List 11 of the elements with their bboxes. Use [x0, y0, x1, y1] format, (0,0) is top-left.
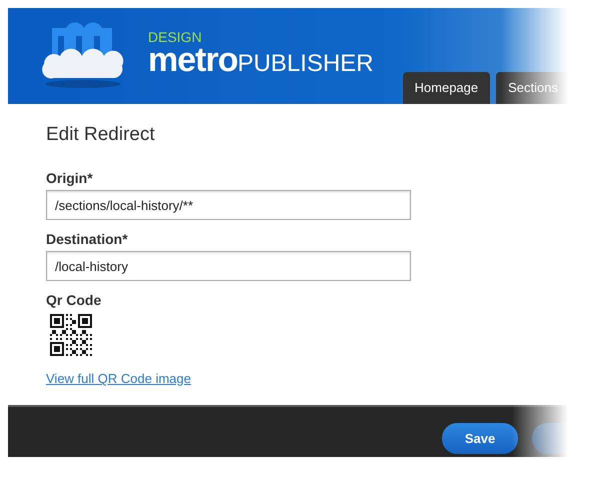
- page-title: Edit Redirect: [46, 124, 156, 146]
- field-label: Origin*: [46, 170, 94, 186]
- field-label: Qr Code: [46, 292, 102, 308]
- text-field[interactable]: /local-history: [46, 251, 411, 281]
- field-label: Destination*: [46, 231, 129, 247]
- save-button[interactable]: Save: [442, 422, 518, 454]
- logo-tagline: DESIGN: [148, 30, 203, 44]
- qr-image-link[interactable]: View full QR Code image: [46, 371, 191, 386]
- nav-tab[interactable]: Homepage: [402, 72, 490, 104]
- text-field[interactable]: /sections/local-history/**: [46, 190, 411, 220]
- logo-wordmark: metroPUBLISHER: [148, 44, 374, 81]
